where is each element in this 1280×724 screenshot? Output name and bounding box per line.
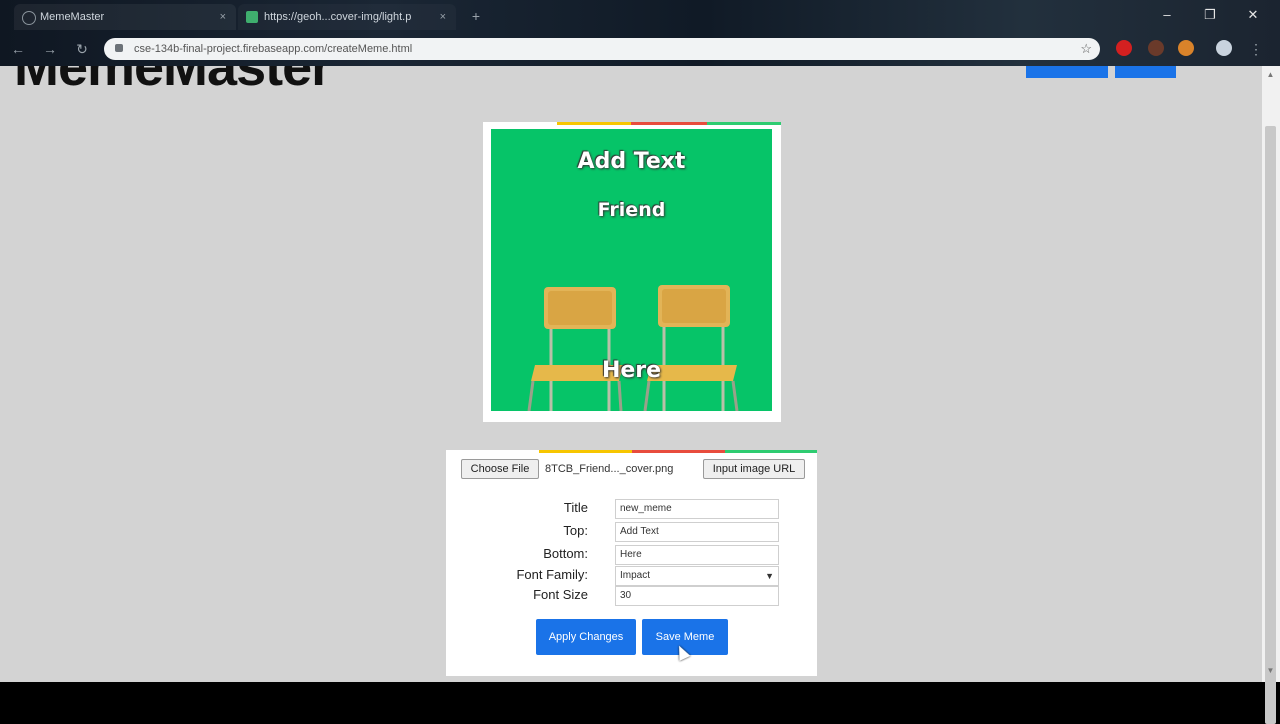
scroll-down-icon[interactable]: ▼ xyxy=(1265,666,1276,676)
extension-icon[interactable] xyxy=(1148,40,1164,56)
tab-title: https://geoh...cover-img/light.p xyxy=(264,11,412,23)
back-icon[interactable]: ← xyxy=(8,40,28,58)
font-size-input[interactable]: 30 xyxy=(615,586,779,606)
forward-icon[interactable]: → xyxy=(40,40,60,58)
scrollbar-thumb[interactable] xyxy=(1265,126,1276,724)
bottom-text-input[interactable]: Here xyxy=(615,545,779,565)
meme-top-text: Add Text xyxy=(577,149,686,174)
bookmark-star-icon[interactable]: ☆ xyxy=(1080,38,1092,60)
accent-stripe xyxy=(539,450,632,453)
title-label: Title xyxy=(563,500,588,515)
accent-stripe xyxy=(632,450,725,453)
page-viewport: MemeMaster Add Text Friend Here Choose F… xyxy=(0,66,1262,682)
bottom-label: Bottom: xyxy=(543,546,588,561)
title-input[interactable]: new_meme xyxy=(615,499,779,519)
tab-close-icon[interactable]: × xyxy=(440,4,446,30)
restore-icon[interactable]: ❐ xyxy=(1198,5,1222,25)
extension-icon[interactable] xyxy=(1116,40,1132,56)
lock-icon xyxy=(115,44,123,52)
chair-left xyxy=(527,287,623,411)
tab-image[interactable]: https://geoh...cover-img/light.p × xyxy=(238,4,456,30)
close-window-icon[interactable]: ✕ xyxy=(1241,5,1265,25)
tab-title: MemeMaster xyxy=(40,11,105,23)
menu-dots-icon[interactable]: ⋮ xyxy=(1246,40,1266,58)
extension-icon[interactable] xyxy=(1178,40,1194,56)
top-text-input[interactable]: Add Text xyxy=(615,522,779,542)
chair-right xyxy=(643,285,739,411)
address-bar[interactable]: cse-134b-final-project.firebaseapp.com/c… xyxy=(104,38,1100,60)
font-family-label: Font Family: xyxy=(516,567,588,582)
file-name: 8TCB_Friend..._cover.png xyxy=(545,463,674,475)
meme-canvas: Add Text Friend Here xyxy=(491,129,772,411)
image-tab-icon xyxy=(246,11,258,23)
top-label: Top: xyxy=(563,523,588,538)
accent-stripe xyxy=(557,122,631,125)
accent-stripe xyxy=(631,122,707,125)
choose-file-button[interactable]: Choose File xyxy=(461,459,539,479)
meme-bottom-text: Here xyxy=(601,358,662,383)
brand-title[interactable]: MemeMaster xyxy=(14,66,332,98)
nav-button[interactable] xyxy=(1026,66,1108,78)
font-size-label: Font Size xyxy=(533,587,588,602)
nav-button[interactable] xyxy=(1115,66,1176,78)
accent-stripe xyxy=(707,122,781,125)
font-family-value: Impact xyxy=(620,570,651,581)
dropdown-arrow-icon: ▼ xyxy=(765,571,774,581)
page-scrollbar[interactable]: ▲ ▼ xyxy=(1262,66,1280,724)
meme-editor-form: Choose File 8TCB_Friend..._cover.png Inp… xyxy=(446,450,817,676)
tab-mememaster[interactable]: MemeMaster × xyxy=(14,4,236,30)
font-family-select[interactable]: Impact ▼ xyxy=(615,566,779,586)
tab-close-icon[interactable]: × xyxy=(220,4,226,30)
accent-stripe xyxy=(725,450,817,453)
url-text[interactable]: cse-134b-final-project.firebaseapp.com/c… xyxy=(134,38,412,60)
scroll-up-icon[interactable]: ▲ xyxy=(1265,70,1276,80)
input-image-url-button[interactable]: Input image URL xyxy=(703,459,805,479)
meme-middle-text: Friend xyxy=(597,199,666,221)
browser-chrome: MemeMaster × https://geoh...cover-img/li… xyxy=(0,0,1280,66)
meme-preview-card: Add Text Friend Here xyxy=(483,122,781,422)
globe-icon xyxy=(22,11,36,25)
apply-changes-button[interactable]: Apply Changes xyxy=(536,619,636,655)
new-tab-button[interactable]: + xyxy=(466,7,486,25)
reload-icon[interactable]: ↻ xyxy=(72,40,92,58)
minimize-icon[interactable]: – xyxy=(1155,5,1179,25)
profile-avatar[interactable] xyxy=(1216,40,1232,56)
